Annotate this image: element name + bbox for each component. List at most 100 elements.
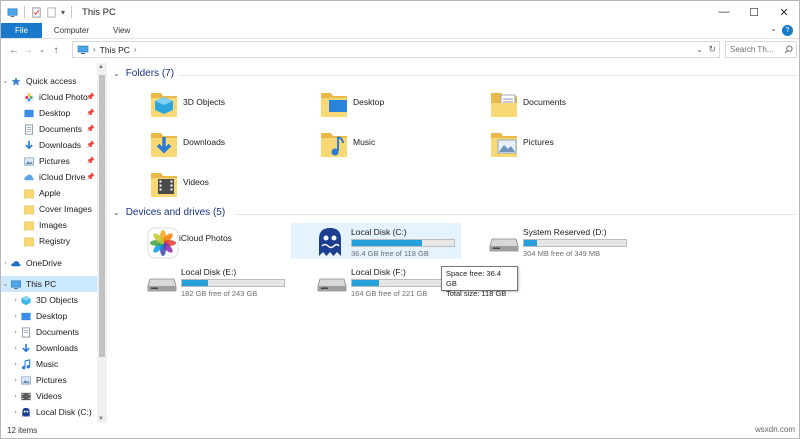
nav-onedrive[interactable]: › OneDrive [1, 255, 97, 271]
sidebar-item-pc-videos[interactable]: › Videos [1, 388, 97, 404]
pin-icon: 📌 [86, 94, 95, 101]
nav-this-pc[interactable]: ⌄ This PC [1, 276, 97, 292]
breadcrumb-this-pc[interactable]: This PC [100, 45, 130, 55]
folder-3d-objects[interactable]: 3D Objects [149, 87, 319, 125]
tab-file[interactable]: File [1, 23, 42, 38]
pictures-folder-icon [491, 133, 517, 157]
new-folder-icon[interactable] [46, 7, 57, 18]
nav-pane-scrollbar[interactable]: ▲ ▼ [97, 63, 107, 423]
sidebar-item-icloud-drive[interactable]: iCloud Drive 📌 [1, 169, 97, 185]
nav-label: Music [36, 359, 59, 369]
expand-icon[interactable]: › [11, 345, 20, 352]
sidebar-item-cover-images[interactable]: Cover Images [1, 201, 97, 217]
folder-downloads[interactable]: Downloads [149, 127, 319, 165]
search-placeholder: Search Th... [730, 45, 774, 54]
expand-icon[interactable]: › [1, 260, 10, 267]
drives-group-header[interactable]: ⌄ Devices and drives (5) [113, 207, 797, 218]
drive-local-disk-c[interactable]: Local Disk (C:) 36.4 GB free of 118 GB [291, 223, 461, 259]
local-disk-c-icon [319, 228, 341, 256]
tab-view[interactable]: View [101, 23, 142, 38]
folder-desktop[interactable]: Desktop [319, 87, 489, 125]
pin-icon: 📌 [86, 110, 95, 117]
breadcrumb-separator-icon[interactable]: › [134, 45, 137, 54]
expand-icon[interactable]: › [11, 313, 20, 320]
sidebar-item-pictures[interactable]: Pictures 📌 [1, 153, 97, 169]
folder-documents[interactable]: Documents [489, 87, 659, 125]
folder-label: 3D Objects [183, 97, 226, 107]
search-input[interactable]: Search Th... [725, 41, 797, 58]
maximize-button[interactable]: ☐ [739, 1, 769, 23]
collapse-group-icon[interactable]: ⌄ [113, 69, 120, 78]
folder-videos[interactable]: Videos [149, 167, 319, 205]
help-icon[interactable]: ? [782, 25, 793, 36]
3d-objects-icon [21, 295, 31, 305]
drive-free-space: 36.4 GB free of 118 GB [351, 249, 429, 258]
sidebar-item-pc-music[interactable]: › Music [1, 356, 97, 372]
folder-music[interactable]: Music [319, 127, 489, 165]
navigation-bar: ← → ⌄ ↑ › This PC › ⌄ ↻ Search Th... [1, 40, 799, 60]
icloud-photos-icon [24, 92, 34, 102]
star-icon [11, 76, 21, 86]
drive-icloud-photos[interactable]: iCloud Photos [143, 225, 313, 261]
folder-label: Documents [523, 97, 566, 107]
nav-quick-access[interactable]: ⌄ Quick access [1, 73, 97, 89]
properties-icon[interactable] [31, 7, 42, 18]
sidebar-item-pc-pictures[interactable]: › Pictures [1, 372, 97, 388]
nav-label: Quick access [26, 76, 77, 86]
group-divider [179, 75, 797, 76]
forward-button[interactable]: → [21, 45, 35, 56]
sidebar-item-pc-downloads[interactable]: › Downloads [1, 340, 97, 356]
folder-pictures[interactable]: Pictures [489, 127, 659, 165]
breadcrumb-separator-icon[interactable]: › [93, 45, 96, 54]
scrollbar-thumb[interactable] [99, 75, 105, 357]
sidebar-item-3d-objects[interactable]: › 3D Objects [1, 292, 97, 308]
folder-label: Music [353, 137, 376, 147]
scroll-up-icon[interactable]: ▲ [98, 64, 104, 70]
sidebar-item-local-disk-c[interactable]: › Local Disk (C:) [1, 404, 97, 420]
collapse-icon[interactable]: ⌄ [1, 77, 10, 85]
drive-usage-fill [352, 280, 379, 286]
folders-group-header[interactable]: ⌄ Folders (7) [113, 68, 797, 79]
sidebar-item-registry[interactable]: Registry [1, 233, 97, 249]
address-bar[interactable]: › This PC › ⌄ ↻ [72, 41, 720, 58]
pin-icon: 📌 [86, 142, 95, 149]
sidebar-item-images[interactable]: Images [1, 217, 97, 233]
expand-icon[interactable]: › [11, 361, 20, 368]
documents-folder-icon [24, 124, 34, 134]
scroll-down-icon[interactable]: ▼ [98, 416, 104, 422]
expand-icon[interactable]: › [11, 409, 20, 416]
drive-free-space: 182 GB free of 243 GB [181, 289, 258, 298]
expand-ribbon-icon[interactable]: ⌄ [770, 24, 777, 33]
tab-computer[interactable]: Computer [42, 23, 101, 38]
drive-local-disk-e[interactable]: Local Disk (E:) 182 GB free of 243 GB [147, 263, 317, 299]
customize-toolbar-icon[interactable]: ▾ [61, 8, 65, 17]
icloud-photos-icon [147, 227, 179, 259]
sidebar-item-documents[interactable]: Documents 📌 [1, 121, 97, 137]
address-dropdown-icon[interactable]: ⌄ [696, 45, 703, 54]
music-folder-icon [321, 133, 347, 157]
sidebar-item-desktop[interactable]: Desktop 📌 [1, 105, 97, 121]
expand-icon[interactable]: › [11, 393, 20, 400]
expand-icon[interactable]: › [11, 297, 20, 304]
sidebar-item-pc-documents[interactable]: › Documents [1, 324, 97, 340]
recent-locations-button[interactable]: ⌄ [35, 46, 49, 54]
minimize-button[interactable]: — [709, 1, 739, 23]
up-button[interactable]: ↑ [49, 45, 63, 56]
nav-label: Pictures [36, 375, 67, 385]
sidebar-item-icloud-photo[interactable]: iCloud Photo 📌 [1, 89, 97, 105]
drive-free-space: 164 GB free of 221 GB [351, 289, 428, 298]
content-area: ⌄ Folders (7) 3D Objects Desktop Documen… [111, 63, 797, 423]
expand-icon[interactable]: › [11, 377, 20, 384]
sidebar-item-downloads[interactable]: Downloads 📌 [1, 137, 97, 153]
refresh-icon[interactable]: ↻ [708, 44, 716, 55]
expand-icon[interactable]: › [11, 329, 20, 336]
sidebar-item-apple[interactable]: Apple [1, 185, 97, 201]
back-button[interactable]: ← [7, 45, 21, 56]
collapse-icon[interactable]: ⌄ [1, 280, 10, 288]
close-button[interactable]: ✕ [769, 1, 799, 23]
toolbar-separator [24, 6, 25, 18]
pictures-folder-icon [24, 157, 34, 165]
collapse-group-icon[interactable]: ⌄ [113, 208, 120, 217]
drive-system-reserved-d[interactable]: System Reserved (D:) 304 MB free of 349 … [489, 223, 659, 259]
sidebar-item-pc-desktop[interactable]: › Desktop [1, 308, 97, 324]
